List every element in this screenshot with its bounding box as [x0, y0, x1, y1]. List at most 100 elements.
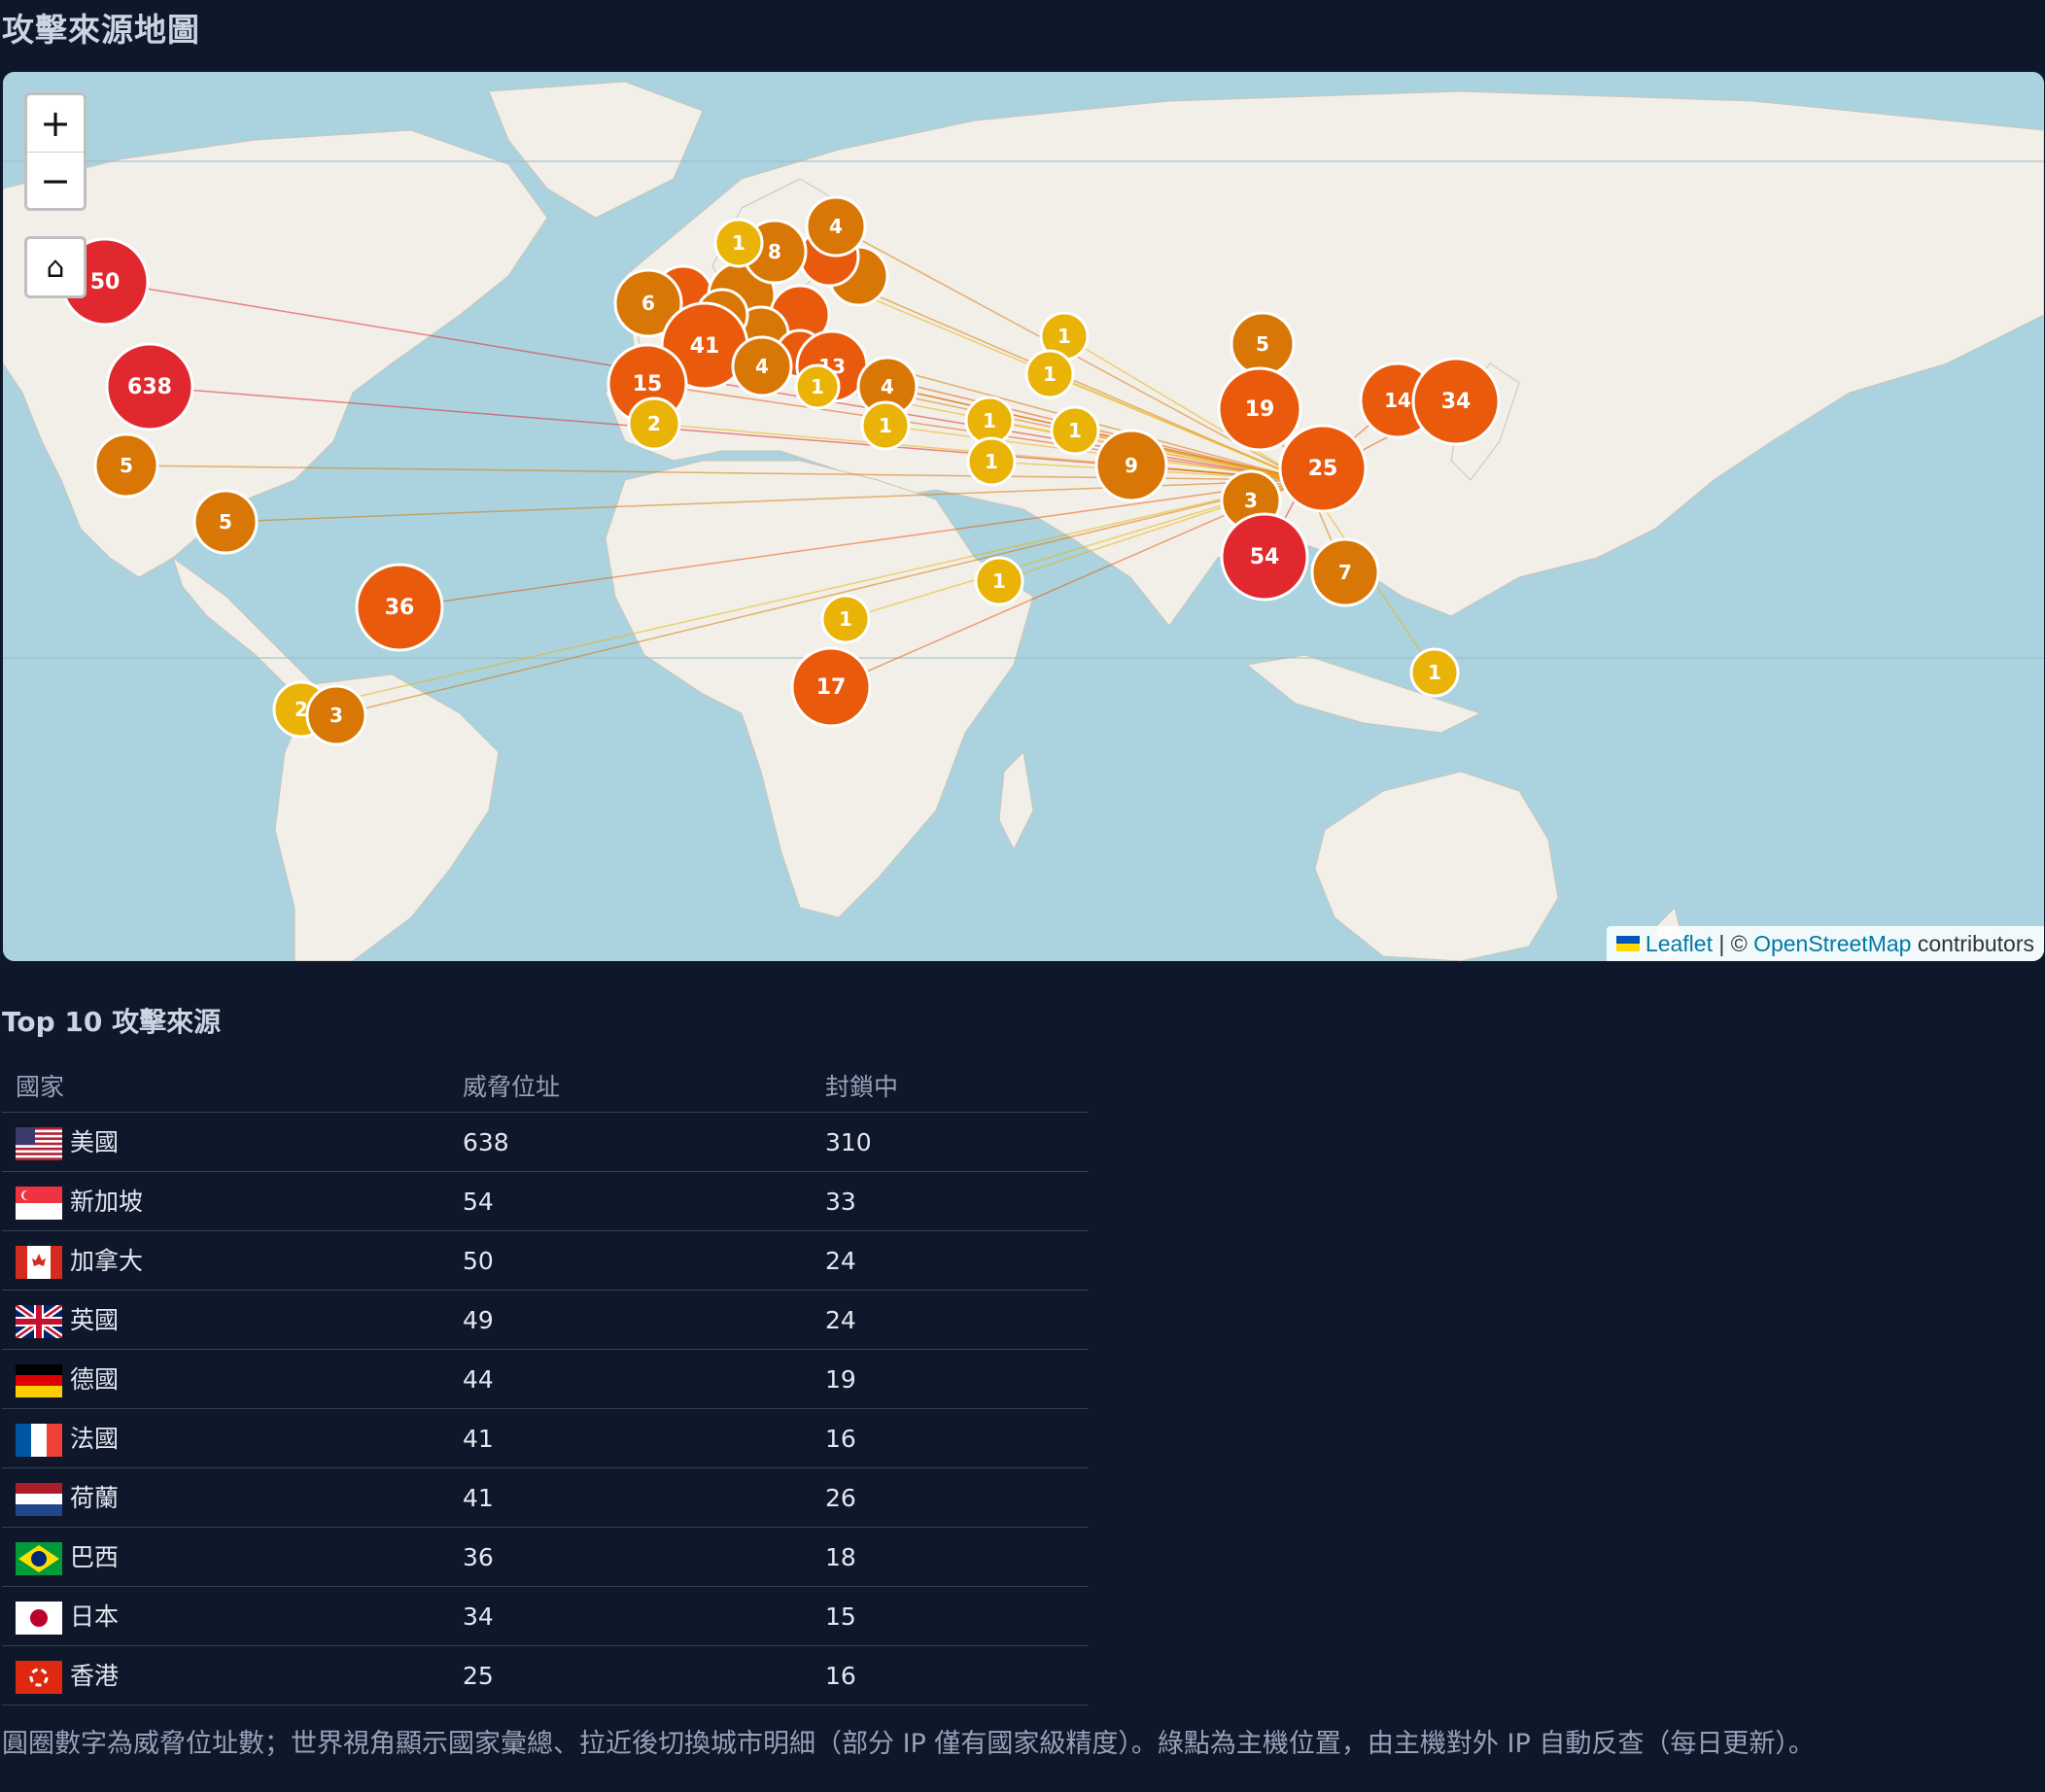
- cluster-count: 9: [1125, 454, 1138, 477]
- cluster-marker[interactable]: 5: [192, 489, 259, 555]
- home-button[interactable]: ⌂: [24, 236, 87, 298]
- blocked-count-cell: 18: [812, 1527, 1089, 1587]
- cluster-marker[interactable]: 1: [713, 218, 764, 268]
- zoom-out-button[interactable]: −: [27, 152, 84, 209]
- cluster-count: 36: [385, 596, 415, 620]
- country-name: 新加坡: [70, 1188, 144, 1216]
- header-country[interactable]: 國家: [2, 1059, 449, 1113]
- country-cell: 香港: [2, 1645, 449, 1706]
- cluster-count: 1: [985, 450, 998, 473]
- table-row[interactable]: 香港 25 16: [2, 1645, 1089, 1706]
- cluster-count: 7: [1338, 561, 1352, 584]
- table-row[interactable]: 新加坡 54 33: [2, 1171, 1089, 1231]
- flag-br-icon: [16, 1542, 62, 1575]
- cluster-marker[interactable]: 3: [305, 684, 367, 746]
- cluster-marker[interactable]: 1: [860, 400, 911, 451]
- home-icon: ⌂: [46, 250, 65, 285]
- zoom-in-button[interactable]: +: [27, 95, 84, 152]
- cluster-count: 1: [1057, 325, 1071, 348]
- table-row[interactable]: 美國 638 310: [2, 1112, 1089, 1172]
- page-title: 攻擊來源地圖: [2, 11, 200, 49]
- country-cell: 法國: [2, 1408, 449, 1468]
- flag-fr-icon: [16, 1424, 62, 1457]
- cluster-marker[interactable]: 1: [794, 363, 841, 410]
- threat-count-cell: 41: [449, 1467, 812, 1528]
- cluster-marker[interactable]: 17: [790, 646, 872, 728]
- flag-hk-icon: [16, 1661, 62, 1694]
- table-row[interactable]: 法國 41 16: [2, 1408, 1089, 1468]
- cluster-marker[interactable]: 1: [1409, 647, 1460, 698]
- cluster-marker[interactable]: 1: [1024, 349, 1075, 399]
- map-attribution: Leaflet | © OpenStreetMap contributors: [1606, 926, 2044, 961]
- cluster-marker[interactable]: 25: [1278, 424, 1368, 513]
- table-row[interactable]: 加拿大 50 24: [2, 1230, 1089, 1291]
- cluster-count: 5: [219, 510, 232, 534]
- cluster-marker[interactable]: 1: [820, 594, 871, 644]
- cluster-marker[interactable]: 4: [805, 195, 867, 258]
- flag-nl-icon: [16, 1483, 62, 1516]
- flag-jp-icon: [16, 1602, 62, 1635]
- top10-table: 國家 威脅位址 封鎖中 美國 638 310 新加坡 54 33 加拿大 50 24 英國 49 24…: [2, 1059, 1089, 1706]
- blocked-count-cell: 310: [812, 1112, 1089, 1172]
- cluster-marker[interactable]: 1: [1050, 405, 1100, 456]
- flag-sg-icon: [16, 1187, 62, 1220]
- cluster-count: 3: [329, 704, 343, 727]
- cluster-marker[interactable]: 1: [974, 556, 1024, 606]
- cluster-marker[interactable]: 19: [1217, 366, 1302, 452]
- table-row[interactable]: 荷蘭 41 26: [2, 1467, 1089, 1528]
- cluster-marker[interactable]: 7: [1310, 537, 1380, 607]
- cluster-marker[interactable]: 1: [966, 436, 1017, 487]
- table-header-row: 國家 威脅位址 封鎖中: [2, 1059, 1089, 1113]
- cluster-count: 5: [120, 454, 133, 477]
- cluster-marker[interactable]: 36: [355, 563, 444, 652]
- table-row[interactable]: 巴西 36 18: [2, 1527, 1089, 1587]
- country-name: 巴西: [70, 1543, 120, 1571]
- header-blocked[interactable]: 封鎖中: [812, 1059, 1089, 1113]
- country-name: 荷蘭: [70, 1484, 120, 1512]
- leaflet-link[interactable]: Leaflet: [1646, 931, 1713, 957]
- table-row[interactable]: 德國 44 19: [2, 1349, 1089, 1409]
- cluster-marker[interactable]: 4: [731, 335, 793, 397]
- attack-map[interactable]: 50 638 5 5 36 2 3 4 8 1 6 41 15 2 4 13 1 4 1 1 1 1 1 1 9 5 19 14 34 2…: [3, 72, 2044, 961]
- cluster-count: 2: [647, 412, 661, 435]
- country-cell: 巴西: [2, 1527, 449, 1587]
- attribution-separator: | ©: [1712, 930, 1754, 956]
- cluster-marker[interactable]: 638: [105, 342, 194, 431]
- country-name: 香港: [70, 1662, 120, 1690]
- cluster-marker[interactable]: 5: [1230, 311, 1296, 377]
- cluster-marker[interactable]: 5: [93, 432, 159, 499]
- blocked-count-cell: 15: [812, 1586, 1089, 1646]
- attribution-contributors: contributors: [1911, 930, 2034, 956]
- table-row[interactable]: 日本 34 15: [2, 1586, 1089, 1646]
- ukraine-flag-icon: [1615, 936, 1640, 951]
- threat-count-cell: 49: [449, 1290, 812, 1350]
- threat-count-cell: 638: [449, 1112, 812, 1172]
- cluster-marker[interactable]: 54: [1220, 512, 1309, 602]
- flag-gb-icon: [16, 1305, 62, 1338]
- threat-count-cell: 44: [449, 1349, 812, 1409]
- cluster-count: 6: [641, 292, 655, 315]
- cluster-count: 1: [992, 569, 1006, 593]
- country-cell: 日本: [2, 1586, 449, 1646]
- table-row[interactable]: 英國 49 24: [2, 1290, 1089, 1350]
- cluster-count: 54: [1250, 545, 1280, 569]
- country-cell: 德國: [2, 1349, 449, 1409]
- cluster-count: 3: [1244, 489, 1258, 512]
- blocked-count-cell: 26: [812, 1467, 1089, 1528]
- world-basemap[interactable]: 5063855362 34816411524 131 4111 1119519 14 342…: [3, 72, 2044, 961]
- cluster-marker[interactable]: 2: [627, 396, 681, 451]
- country-name: 法國: [70, 1425, 120, 1453]
- cluster-count: 34: [1441, 390, 1472, 414]
- country-name: 日本: [70, 1602, 120, 1631]
- cluster-marker[interactable]: 34: [1411, 357, 1501, 446]
- country-name: 加拿大: [70, 1247, 144, 1275]
- cluster-count: 17: [816, 675, 847, 700]
- header-threat[interactable]: 威脅位址: [449, 1059, 812, 1113]
- blocked-count-cell: 16: [812, 1408, 1089, 1468]
- cluster-count: 25: [1308, 457, 1338, 481]
- cluster-count: 1: [1428, 661, 1441, 684]
- cluster-count: 1: [811, 375, 824, 398]
- openstreetmap-link[interactable]: OpenStreetMap: [1753, 931, 1911, 957]
- flag-de-icon: [16, 1364, 62, 1397]
- cluster-marker[interactable]: 9: [1094, 429, 1168, 502]
